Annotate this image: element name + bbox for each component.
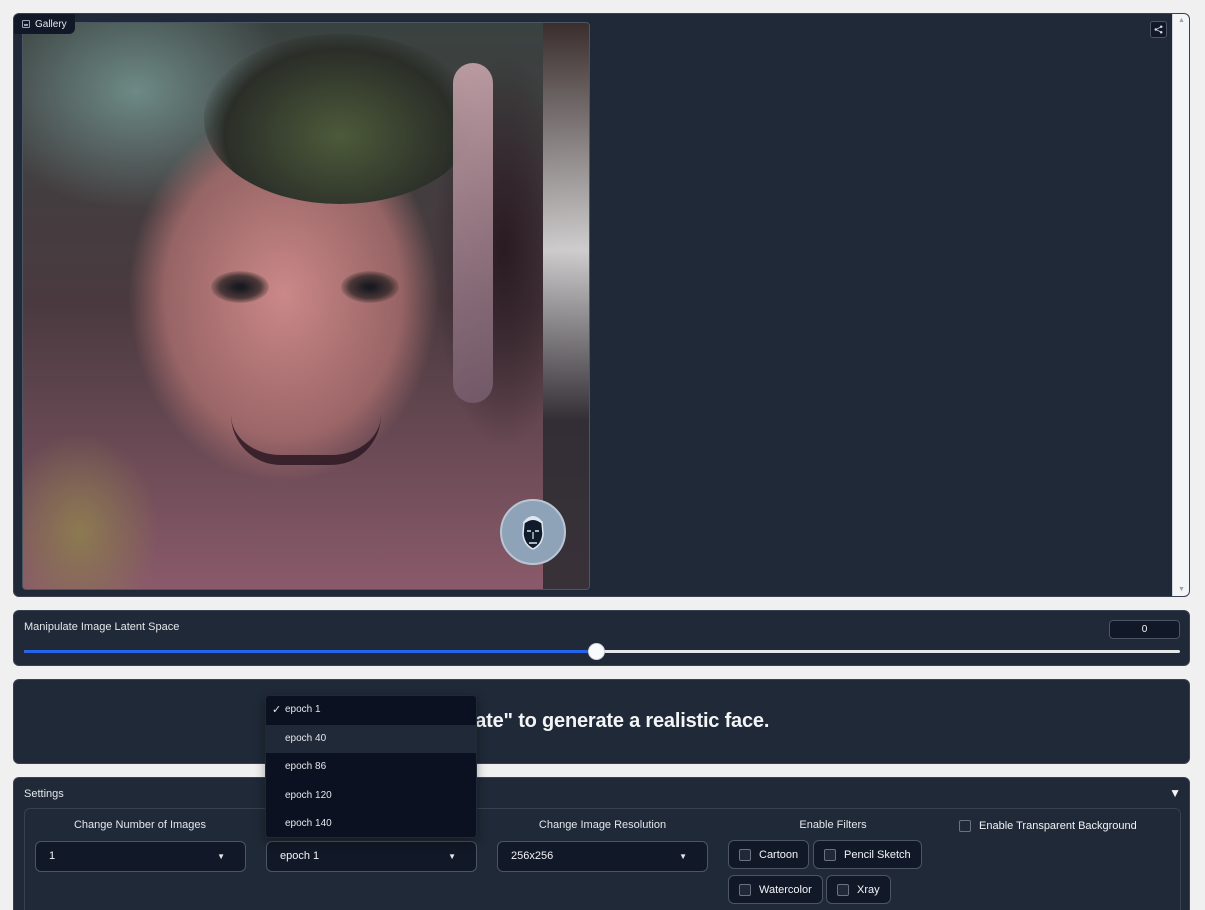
image-background-stripe — [453, 63, 493, 403]
resolution-select[interactable]: 256x256 ▼ — [497, 841, 708, 872]
checkbox-icon — [824, 848, 836, 861]
epoch-option-label: epoch 1 — [285, 704, 321, 715]
epoch-option[interactable]: epoch 140 — [266, 810, 476, 837]
generated-face-image[interactable] — [22, 22, 590, 590]
checkmark-icon: ✓ — [272, 704, 282, 716]
epoch-dropdown-menu: ✓ epoch 1 epoch 40 epoch 86 epoch 120 ep… — [265, 695, 477, 838]
checkbox-icon — [959, 820, 971, 832]
image-mouth — [231, 415, 381, 465]
gallery-panel: Gallery ▲ ▼ — [13, 13, 1190, 597]
latent-slider-fill — [24, 650, 597, 653]
image-hair-region — [204, 34, 476, 205]
filter-xray-checkbox[interactable]: Xray — [826, 875, 891, 904]
num-images-label: Change Number of Images — [73, 819, 207, 831]
transparent-bg-label: Enable Transparent Background — [979, 820, 1137, 832]
filters-label: Enable Filters — [799, 819, 867, 831]
num-images-select[interactable]: 1 ▼ — [35, 841, 246, 872]
filter-cartoon-checkbox[interactable]: Cartoon — [728, 840, 810, 869]
epoch-option-label: epoch 140 — [285, 818, 332, 830]
scroll-down-icon[interactable]: ▼ — [1173, 586, 1189, 593]
epoch-select[interactable]: epoch 1 ▼ — [266, 841, 477, 872]
num-images-value: 1 — [49, 850, 56, 862]
checkbox-icon — [739, 883, 751, 896]
settings-title[interactable]: Settings — [24, 788, 64, 800]
scroll-up-icon[interactable]: ▲ — [1173, 17, 1189, 24]
epoch-option-label: epoch 86 — [285, 761, 327, 773]
resolution-value: 256x256 — [511, 850, 554, 862]
chevron-down-icon: ▼ — [217, 852, 225, 861]
resolution-label: Change Image Resolution — [538, 819, 667, 831]
filter-pencil-sketch-label: Pencil Sketch — [844, 848, 911, 861]
image-icon — [22, 20, 30, 28]
share-button[interactable] — [1150, 21, 1167, 38]
settings-panel: Settings ▼ Change Number of Images 1 ▼ e… — [13, 777, 1190, 910]
instruction-panel: enerate" to generate a realistic face. — [13, 679, 1190, 764]
epoch-option-label: epoch 120 — [285, 789, 332, 801]
gallery-label-text: Gallery — [35, 18, 67, 30]
instruction-text: enerate" to generate a realistic face. — [433, 710, 770, 732]
epoch-option-label: epoch 40 — [285, 732, 327, 744]
filter-watercolor-checkbox[interactable]: Watercolor — [728, 875, 823, 904]
epoch-option[interactable]: epoch 86 — [266, 753, 476, 782]
share-icon — [1154, 25, 1163, 34]
epoch-option[interactable]: epoch 40 — [266, 724, 476, 754]
image-left-eye — [211, 271, 269, 303]
epoch-option[interactable]: ✓ epoch 1 — [266, 696, 476, 725]
latent-slider-label: Manipulate Image Latent Space — [24, 621, 180, 633]
latent-slider-track[interactable] — [24, 643, 1180, 660]
filter-pencil-sketch-checkbox[interactable]: Pencil Sketch — [813, 840, 922, 869]
latent-slider-thumb[interactable] — [588, 643, 606, 660]
latent-slider-value-input[interactable]: 0 — [1109, 620, 1180, 639]
transparent-bg-checkbox[interactable]: Enable Transparent Background — [959, 820, 1137, 832]
chevron-down-icon: ▼ — [448, 852, 456, 861]
settings-controls: Change Number of Images 1 ▼ epoch 1 ▼ Ch… — [24, 808, 1181, 910]
checkbox-icon — [739, 848, 751, 861]
filter-xray-label: Xray — [857, 883, 880, 896]
collapse-triangle-icon[interactable]: ▼ — [1169, 786, 1181, 800]
chevron-down-icon: ▼ — [679, 852, 687, 861]
latent-slider-panel: Manipulate Image Latent Space 0 — [13, 610, 1190, 666]
checkbox-icon — [837, 883, 849, 896]
face-logo-icon — [500, 499, 566, 565]
filter-watercolor-label: Watercolor — [759, 883, 812, 896]
gallery-label: Gallery — [14, 14, 75, 34]
filter-cartoon-label: Cartoon — [759, 848, 799, 861]
epoch-value: epoch 1 — [280, 850, 320, 862]
image-right-eye — [341, 271, 399, 303]
gallery-scrollbar[interactable]: ▲ ▼ — [1172, 14, 1189, 596]
epoch-option[interactable]: epoch 120 — [266, 782, 476, 811]
